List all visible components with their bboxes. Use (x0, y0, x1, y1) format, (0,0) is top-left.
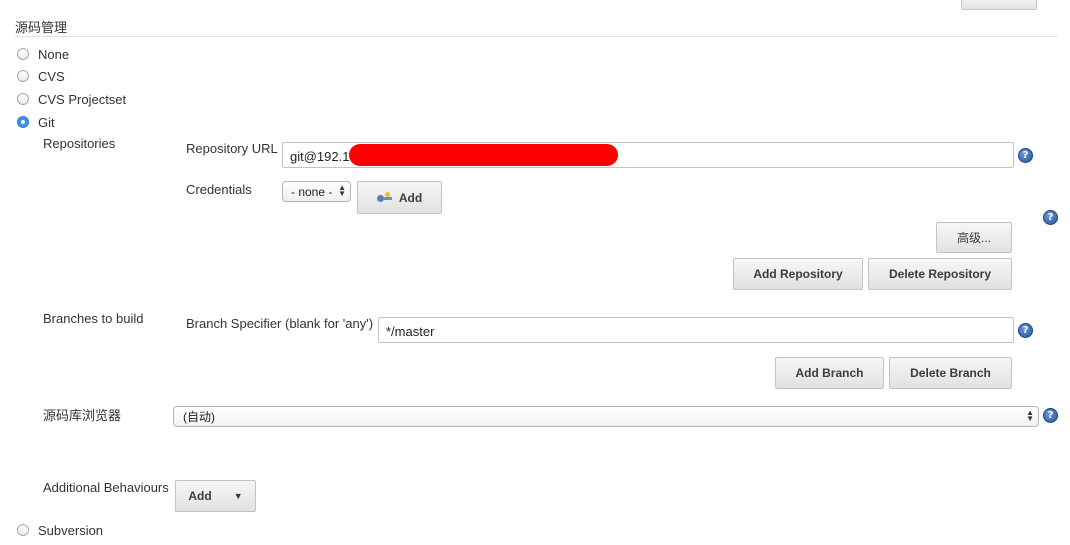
add-repository-button[interactable]: Add Repository (733, 258, 863, 290)
branch-specifier-input[interactable]: */master (378, 317, 1014, 343)
scm-option-label: Git (38, 114, 55, 130)
branch-specifier-label: Branch Specifier (blank for 'any') (186, 316, 374, 331)
radio-none[interactable] (17, 48, 29, 60)
scm-option-label: CVS (38, 68, 65, 84)
scm-option-label: CVS Projectset (38, 91, 127, 107)
section-divider (15, 36, 1058, 37)
help-icon[interactable]: ? (1043, 210, 1058, 225)
additional-add-label: Add (188, 489, 212, 503)
credentials-add-button[interactable]: Add (357, 181, 442, 214)
additional-behaviours-add-button[interactable]: Add ▼ (175, 480, 256, 512)
scm-option-subversion[interactable]: Subversion (17, 521, 103, 539)
select-arrows-icon: ▲ ▼ (338, 183, 346, 198)
repository-browser-select[interactable]: (自动) ▲ ▼ (173, 406, 1039, 427)
help-icon[interactable]: ? (1018, 148, 1033, 163)
radio-subversion[interactable] (17, 524, 29, 536)
scm-option-cvs-projectset[interactable]: CVS Projectset (17, 90, 126, 108)
credentials-selected-value: - none - (291, 184, 333, 199)
radio-git[interactable] (17, 116, 29, 128)
previous-section-button[interactable] (961, 0, 1037, 10)
radio-cvs-projectset[interactable] (17, 93, 29, 105)
repositories-label: Repositories (43, 136, 116, 151)
repository-browser-label: 源码库浏览器 (43, 408, 122, 423)
delete-branch-button[interactable]: Delete Branch (889, 357, 1012, 389)
redaction-mark (349, 144, 618, 166)
credentials-select[interactable]: - none - ▲ ▼ (282, 181, 351, 202)
scm-option-label: Subversion (38, 522, 104, 538)
help-icon[interactable]: ? (1018, 323, 1033, 338)
advanced-button[interactable]: 高级... (936, 222, 1012, 253)
add-branch-button[interactable]: Add Branch (775, 357, 884, 389)
delete-repository-button[interactable]: Delete Repository (868, 258, 1012, 290)
radio-cvs[interactable] (17, 70, 29, 82)
scm-option-cvs[interactable]: CVS (17, 67, 65, 85)
credentials-add-label: Add (398, 190, 423, 205)
section-title: 源码管理 (15, 20, 68, 35)
scm-option-label: None (38, 46, 70, 62)
repository-browser-selected-value: (自动) (183, 410, 215, 424)
scm-option-none[interactable]: None (17, 45, 69, 63)
credentials-label: Credentials (186, 182, 252, 197)
additional-behaviours-label: Additional Behaviours (43, 480, 169, 495)
key-icon (376, 191, 395, 203)
help-icon[interactable]: ? (1043, 408, 1058, 423)
repository-url-label: Repository URL (186, 141, 278, 156)
dropdown-caret-icon: ▼ (233, 491, 243, 501)
scm-option-git[interactable]: Git (17, 113, 55, 131)
branches-label: Branches to build (43, 311, 144, 326)
select-arrows-icon: ▲ ▼ (1026, 408, 1034, 423)
